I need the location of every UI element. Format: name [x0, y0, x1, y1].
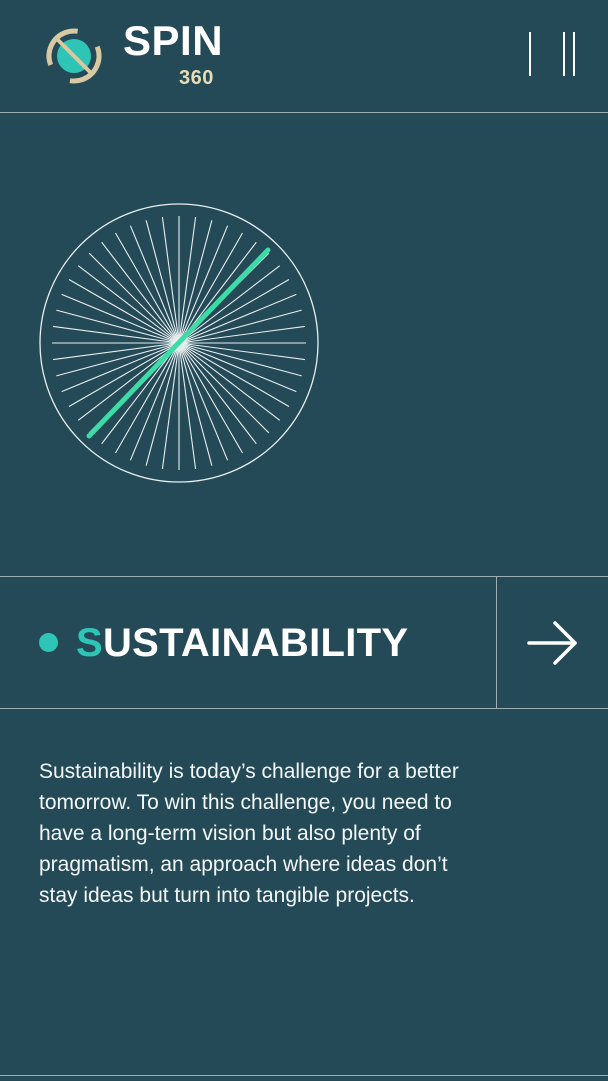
dial-spoke: [178, 342, 243, 454]
next-button[interactable]: [496, 577, 608, 708]
section-row: SUSTAINABILITY: [0, 576, 608, 709]
dial-spoke: [178, 342, 213, 466]
dial-spoke: [56, 309, 180, 344]
dial-spoke: [178, 342, 270, 434]
menu-bars-icon: [529, 32, 575, 76]
section-description: Sustainability is today’s challenge for …: [39, 760, 459, 907]
menu-button[interactable]: [522, 28, 582, 80]
brand-subtitle: 360: [179, 67, 214, 89]
bullet-dot: [39, 633, 58, 652]
section-title-rest: USTAINABILITY: [102, 621, 409, 665]
spin-logo-icon[interactable]: [44, 26, 104, 86]
dial-spoke: [145, 220, 180, 344]
bottom-divider: [0, 1075, 608, 1076]
dial-spoke: [115, 232, 180, 344]
section-title-first-letter: S: [76, 621, 103, 665]
dial-spoke: [88, 252, 180, 344]
arrow-right-icon: [527, 621, 577, 665]
dial-spoke: [178, 342, 302, 377]
dial-spoke: [178, 279, 290, 344]
dial-spoke: [68, 279, 180, 344]
dial-spoke: [178, 342, 290, 407]
site-header: SPIN 360: [0, 0, 608, 113]
spinning-dial-graphic: [39, 203, 319, 483]
section-title[interactable]: SUSTAINABILITY: [76, 618, 408, 668]
brand-name[interactable]: SPIN: [123, 16, 223, 66]
